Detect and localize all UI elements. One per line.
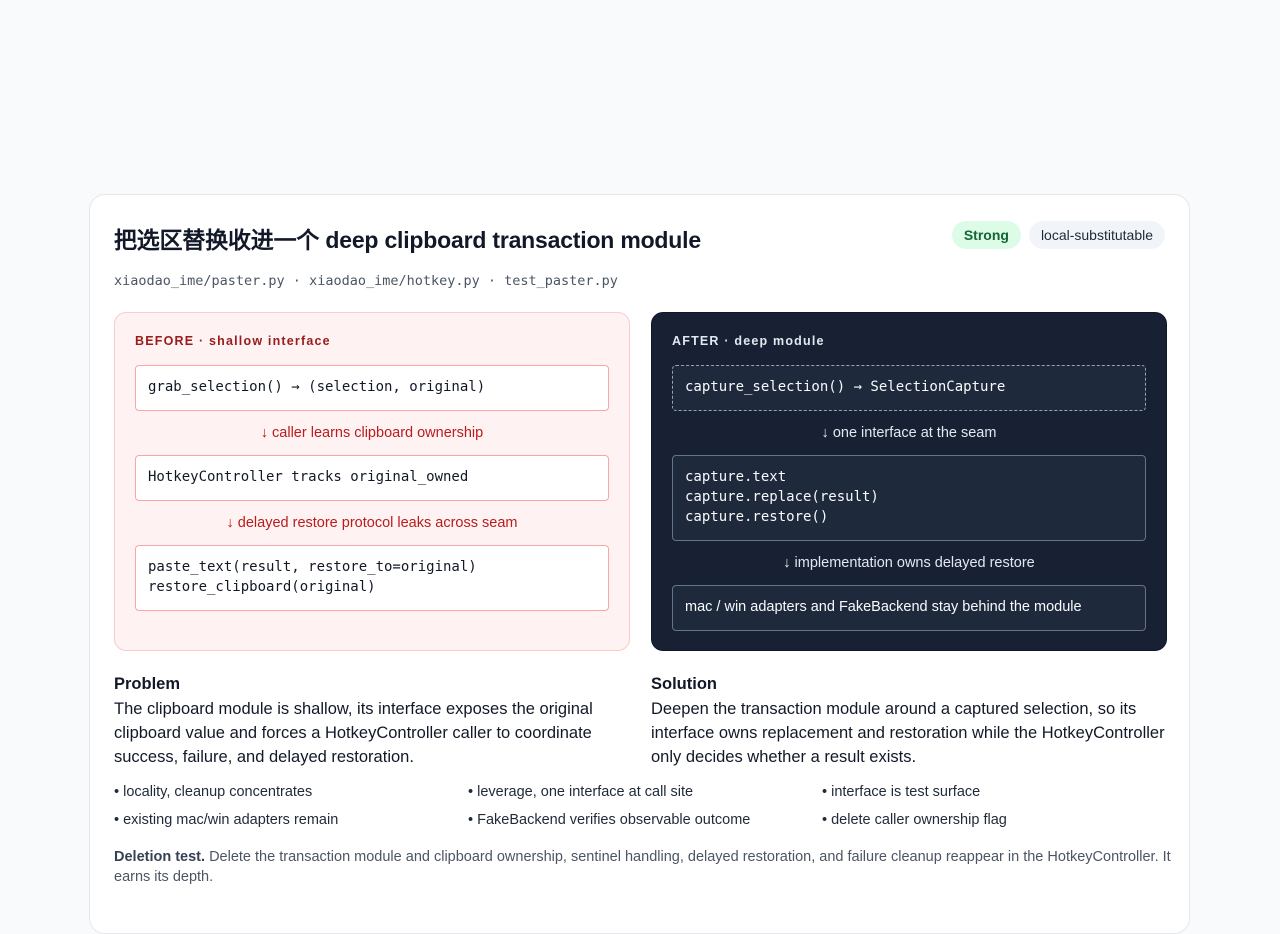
benefit-item: • FakeBackend verifies observable outcom… — [468, 812, 751, 828]
substitutability-badge: local-substitutable — [1028, 221, 1165, 249]
after-panel: AFTER · deep module capture_selection() … — [651, 312, 1167, 651]
solution-heading: Solution — [651, 675, 717, 693]
problem-section: Problem The clipboard module is shallow,… — [114, 673, 634, 769]
problem-text: The clipboard module is shallow, its int… — [114, 700, 593, 766]
deletion-test-text: Delete the transaction module and clipbo… — [114, 849, 1171, 885]
benefit-list: • locality, cleanup concentrates • lever… — [114, 782, 1176, 830]
badge-group: Strong local-substitutable — [951, 221, 1165, 249]
candidate-card: 把选区替换收进一个 deep clipboard transaction mod… — [89, 194, 1190, 934]
benefit-item: • interface is test surface — [822, 784, 981, 800]
before-arrow-ownership: ↓ caller learns clipboard ownership — [260, 425, 484, 441]
card-title: 把选区替换收进一个 deep clipboard transaction mod… — [114, 227, 701, 253]
deletion-test-label: Deletion test. — [114, 849, 206, 865]
after-panel-label: AFTER · deep module — [672, 334, 825, 348]
benefit-item: • existing mac/win adapters remain — [114, 812, 339, 828]
before-panel: BEFORE · shallow interface grab_selectio… — [114, 312, 630, 651]
after-arrow-delayed-restore: ↓ implementation owns delayed restore — [783, 555, 1035, 571]
deletion-test: Deletion test. Delete the transaction mo… — [114, 847, 1174, 887]
problem-heading: Problem — [114, 675, 181, 693]
benefit-item: • leverage, one interface at call site — [468, 784, 694, 800]
after-step-capture-selection: capture_selection() → SelectionCapture — [672, 365, 1146, 411]
benefit-item: • locality, cleanup concentrates — [114, 784, 313, 800]
after-step-adapters: mac / win adapters and FakeBackend stay … — [672, 585, 1146, 631]
after-step-capture-api: capture.text capture.replace(result) cap… — [672, 455, 1146, 541]
file-list: xiaodao_ime/paster.py · xiaodao_ime/hotk… — [114, 273, 618, 289]
solution-section: Solution Deepen the transaction module a… — [651, 673, 1171, 769]
before-step-controller-tracks: HotkeyController tracks original_owned — [135, 455, 609, 501]
after-arrow-seam: ↓ one interface at the seam — [821, 425, 997, 441]
before-step-paste-restore: paste_text(result, restore_to=original) … — [135, 545, 609, 611]
solution-text: Deepen the transaction module around a c… — [651, 700, 1165, 766]
strength-badge: Strong — [951, 221, 1021, 249]
benefit-item: • delete caller ownership flag — [822, 812, 1007, 828]
before-panel-label: BEFORE · shallow interface — [135, 334, 331, 348]
before-step-grab-selection: grab_selection() → (selection, original) — [135, 365, 609, 411]
before-arrow-restore-leak: ↓ delayed restore protocol leaks across … — [226, 515, 518, 531]
